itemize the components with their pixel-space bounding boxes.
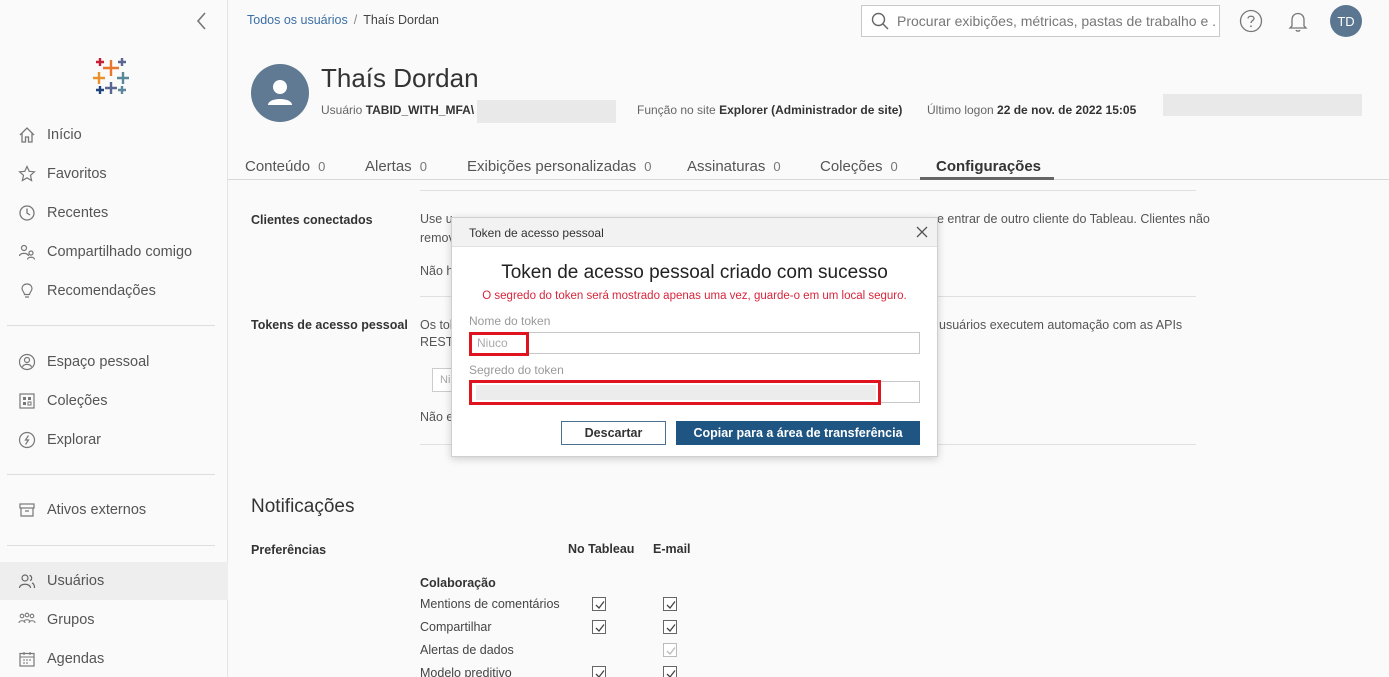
close-icon[interactable] (915, 225, 929, 244)
token-name-label: Nome do token (469, 314, 551, 328)
highlight-box (469, 380, 881, 405)
dialog-title: Token de acesso pessoal criado com suces… (501, 262, 888, 283)
dialog-header: Token de acesso pessoal (452, 218, 937, 247)
dialog-header-title: Token de acesso pessoal (469, 226, 604, 240)
token-created-dialog: Token de acesso pessoal Token de acesso … (451, 217, 938, 457)
discard-button[interactable]: Descartar (561, 421, 666, 445)
highlight-box (469, 332, 529, 356)
token-secret-label: Segredo do token (469, 363, 564, 377)
dialog-warning: O segredo do token será mostrado apenas … (482, 290, 907, 302)
token-name-field[interactable] (469, 332, 920, 354)
copy-to-clipboard-button[interactable]: Copiar para a área de transferência (676, 421, 920, 445)
